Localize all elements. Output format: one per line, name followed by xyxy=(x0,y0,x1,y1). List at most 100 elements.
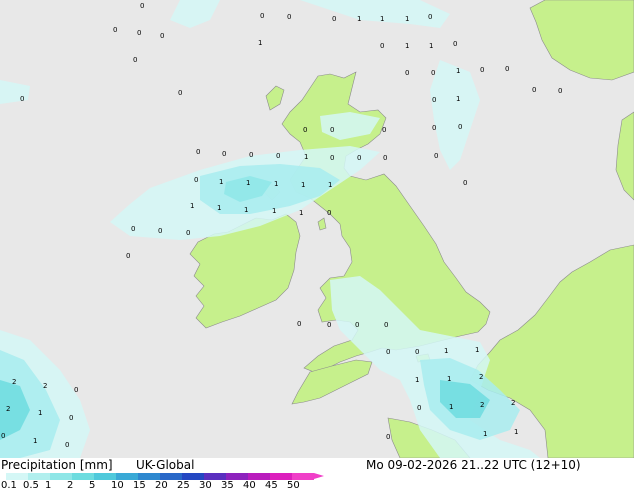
precip-value-label: 0 xyxy=(1,432,5,440)
legend-swatch xyxy=(270,473,292,480)
precip-value-label: 0 xyxy=(297,320,301,328)
precip-value-label: 0 xyxy=(405,69,409,77)
precip-value-label: 0 xyxy=(327,209,331,217)
precip-value-label: 0 xyxy=(330,126,334,134)
precip-value-label: 0 xyxy=(186,229,190,237)
precip-value-label: 0 xyxy=(131,225,135,233)
precip-value-label: 1 xyxy=(38,409,42,417)
precip-value-label: 1 xyxy=(258,39,262,47)
precip-value-label: 0 xyxy=(303,126,307,134)
precip-value-label: 1 xyxy=(328,181,332,189)
precip-value-label: 0 xyxy=(332,15,336,23)
precip-value-label: 2 xyxy=(511,399,515,407)
precip-value-label: 1 xyxy=(274,180,278,188)
title-label: Precipitation [mm] xyxy=(1,458,113,472)
precip-value-label: 0 xyxy=(431,69,435,77)
precip-value-label: 0 xyxy=(505,65,509,73)
legend-swatch xyxy=(116,473,138,480)
precip-value-label: 0 xyxy=(69,414,73,422)
precip-value-label: 1 xyxy=(380,15,384,23)
legend-swatch xyxy=(204,473,226,480)
legend-swatch xyxy=(138,473,160,480)
precip-value-label: 2 xyxy=(479,373,483,381)
precip-value-label: 0 xyxy=(158,227,162,235)
precip-value-label: 0 xyxy=(65,441,69,449)
precip-value-label: 1 xyxy=(219,178,223,186)
precip-value-label: 1 xyxy=(475,346,479,354)
precip-value-label: 0 xyxy=(249,151,253,159)
precip-value-label: 1 xyxy=(357,15,361,23)
precip-value-label: 1 xyxy=(405,15,409,23)
precip-value-label: 0 xyxy=(415,348,419,356)
precipitation-map: 0 0 0 0 1 1 1 0 0 0 0 1 0 1 1 0 0 0 0 1 0 0 0 0 0 0 0 1 0 0 0 0 0 0 0 0 0 1 0 0… xyxy=(0,0,634,458)
precip-value-label: 0 xyxy=(196,148,200,156)
precip-value-label: 2 xyxy=(12,378,16,386)
precip-value-label: 1 xyxy=(272,207,276,215)
legend-swatch xyxy=(160,473,182,480)
precip-value-label: 0 xyxy=(133,56,137,64)
precip-value-label: 2 xyxy=(43,382,47,390)
precip-value-label: 0 xyxy=(74,386,78,394)
legend-swatch xyxy=(94,473,116,480)
precip-value-label: 0 xyxy=(458,123,462,131)
precip-value-label: 0 xyxy=(140,2,144,10)
legend-swatch xyxy=(72,473,94,480)
precip-value-label: 0 xyxy=(558,87,562,95)
model-label: UK-Global xyxy=(136,458,195,472)
precip-value-label: 2 xyxy=(480,401,484,409)
precip-value-label: 0 xyxy=(432,96,436,104)
precip-value-label: 0 xyxy=(382,126,386,134)
precip-value-label: 0 xyxy=(480,66,484,74)
precip-value-label: 0 xyxy=(137,29,141,37)
precip-value-label: 0 xyxy=(260,12,264,20)
precip-value-label: 0 xyxy=(417,404,421,412)
precip-value-label: 1 xyxy=(217,204,221,212)
legend-swatch xyxy=(28,473,50,480)
precip-value-label: 1 xyxy=(244,206,248,214)
precip-value-label: 2 xyxy=(6,405,10,413)
precip-value-label: 0 xyxy=(532,86,536,94)
precip-value-label: 0 xyxy=(386,348,390,356)
precip-value-label: 0 xyxy=(178,89,182,97)
precip-value-label: 0 xyxy=(434,152,438,160)
precip-value-label: 1 xyxy=(456,95,460,103)
legend-swatch xyxy=(226,473,248,480)
precip-value-label: 1 xyxy=(246,179,250,187)
precip-value-label: 1 xyxy=(456,67,460,75)
precip-value-label: 1 xyxy=(444,347,448,355)
precip-value-label: 0 xyxy=(432,124,436,132)
precip-value-label: 1 xyxy=(514,428,518,436)
legend-swatch xyxy=(182,473,204,480)
precip-value-label: 0 xyxy=(386,433,390,441)
precip-value-label: 0 xyxy=(20,95,24,103)
legend-swatch xyxy=(292,473,314,480)
precip-value-label: 1 xyxy=(33,437,37,445)
precip-value-label: 0 xyxy=(222,150,226,158)
precip-value-label: 1 xyxy=(301,181,305,189)
precip-value-label: 0 xyxy=(327,321,331,329)
precip-value-label: 0 xyxy=(287,13,291,21)
datetime-label: Mo 09-02-2026 21..22 UTC (12+10) xyxy=(366,458,581,472)
precip-value-label: 1 xyxy=(405,42,409,50)
legend-arrow xyxy=(314,473,324,479)
precip-value-label: 0 xyxy=(383,154,387,162)
precip-value-label: 0 xyxy=(113,26,117,34)
precip-value-label: 1 xyxy=(449,403,453,411)
precip-value-label: 1 xyxy=(415,376,419,384)
precip-value-label: 0 xyxy=(160,32,164,40)
precip-value-label: 0 xyxy=(463,179,467,187)
precip-value-label: 1 xyxy=(299,209,303,217)
legend-swatch xyxy=(248,473,270,480)
precip-value-label: 0 xyxy=(380,42,384,50)
precip-value-label: 0 xyxy=(276,152,280,160)
precip-value-label: 1 xyxy=(483,430,487,438)
legend-swatch xyxy=(50,473,72,480)
precip-value-label: 0 xyxy=(453,40,457,48)
legend-swatch xyxy=(6,473,28,480)
precip-value-label: 0 xyxy=(330,154,334,162)
precip-value-label: 1 xyxy=(447,375,451,383)
precip-value-label: 1 xyxy=(304,153,308,161)
precip-value-label: 0 xyxy=(194,176,198,184)
precip-value-label: 1 xyxy=(429,42,433,50)
precip-value-label: 0 xyxy=(384,321,388,329)
